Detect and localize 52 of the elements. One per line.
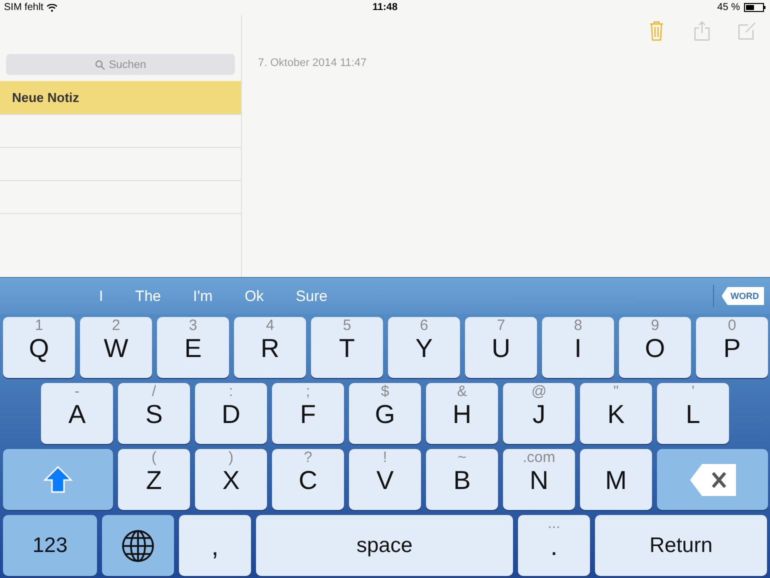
carrier-label: SIM fehlt xyxy=(4,2,44,13)
compose-button[interactable] xyxy=(737,20,756,42)
search-icon xyxy=(94,60,105,70)
space-bar[interactable]: space xyxy=(256,515,513,576)
keyboard-key[interactable]: ? C xyxy=(272,449,344,510)
wifi-icon xyxy=(47,4,58,12)
globe-icon xyxy=(121,528,155,562)
number-mode-key[interactable]: 123 xyxy=(3,515,97,576)
keyboard-key[interactable]: : D xyxy=(195,383,267,444)
keyboard-key[interactable]: 6 Y xyxy=(388,317,460,378)
keyboard-key[interactable]: ( Z xyxy=(118,449,190,510)
share-icon xyxy=(694,21,710,41)
keyboard-key[interactable]: & H xyxy=(426,383,498,444)
keyboard-key[interactable]: ! V xyxy=(349,449,421,510)
return-key[interactable]: Return xyxy=(595,515,767,576)
keyboard-key[interactable]: 7 U xyxy=(465,317,537,378)
keyboard-key[interactable]: , xyxy=(179,515,251,576)
backspace-key[interactable] xyxy=(657,449,768,510)
keyboard-key[interactable]: " K xyxy=(580,383,652,444)
keyboard-key[interactable]: 2 W xyxy=(80,317,152,378)
keyboard-key[interactable]: @ J xyxy=(503,383,575,444)
keyboard-key[interactable]: .com N xyxy=(503,449,575,510)
keyboard-key[interactable]: ; F xyxy=(272,383,344,444)
keyboard-key[interactable]: ) X xyxy=(195,449,267,510)
compose-icon xyxy=(738,22,756,40)
keyboard-key[interactable]: 8 I xyxy=(542,317,614,378)
globe-key[interactable] xyxy=(102,515,174,576)
note-date: 7. Oktober 2014 11:47 xyxy=(258,57,368,69)
search-placeholder: Suchen xyxy=(108,58,146,70)
keyboard-key[interactable]: M xyxy=(580,449,652,510)
keyboard-key[interactable]: ... . xyxy=(518,515,590,576)
keyboard-key[interactable]: 1 Q xyxy=(3,317,75,378)
keyboard-key[interactable]: 9 O xyxy=(619,317,691,378)
share-button[interactable] xyxy=(692,20,711,42)
keyboard-key[interactable]: 0 P xyxy=(696,317,768,378)
battery-icon xyxy=(744,3,766,12)
trash-button[interactable] xyxy=(647,20,666,42)
note-list-item[interactable]: Neue Notiz xyxy=(0,81,241,115)
keyboard-key[interactable]: / S xyxy=(118,383,190,444)
word-button[interactable]: WORD xyxy=(722,287,764,305)
keyboard-key[interactable]: - A xyxy=(41,383,113,444)
keyboard-key[interactable]: ' L xyxy=(657,383,729,444)
keyboard-key[interactable]: ~ B xyxy=(426,449,498,510)
status-time: 11:48 xyxy=(371,2,399,13)
backspace-icon xyxy=(690,464,736,496)
keyboard-key[interactable]: $ G xyxy=(349,383,421,444)
shift-key[interactable] xyxy=(3,449,113,510)
trash-icon xyxy=(649,21,664,41)
keyboard-key[interactable]: 4 R xyxy=(234,317,306,378)
battery-percentage: 45 % xyxy=(717,2,740,13)
keyboard-key[interactable]: 3 E xyxy=(157,317,229,378)
keyboard-key[interactable]: 5 T xyxy=(311,317,383,378)
